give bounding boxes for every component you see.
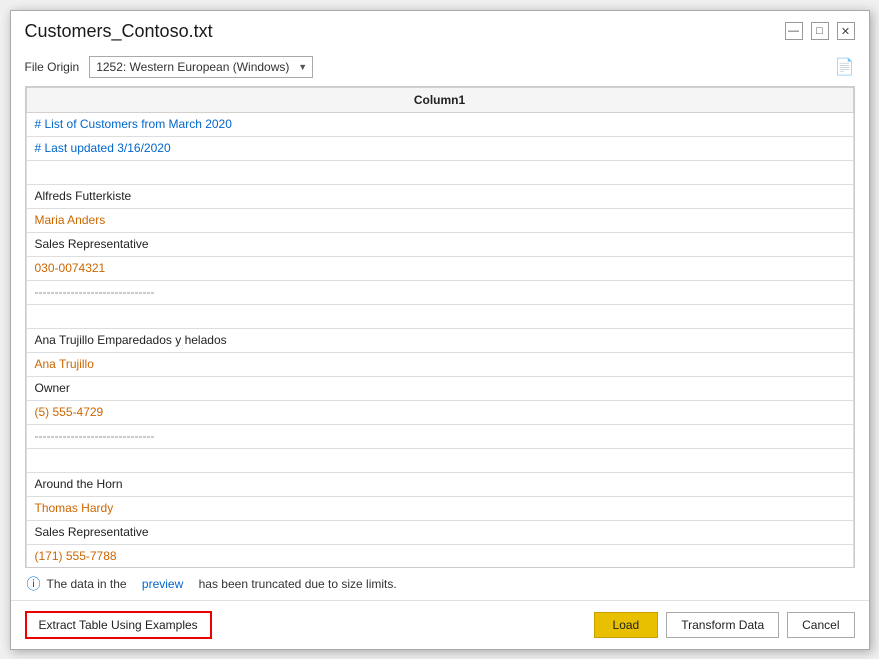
window-controls: — □ ✕ [785, 22, 855, 40]
table-row: Owner [26, 376, 853, 400]
table-row: Ana Trujillo Emparedados y helados [26, 328, 853, 352]
table-cell: Sales Representative [26, 520, 853, 544]
info-bar: ⓘ The data in the preview has been trunc… [25, 568, 855, 600]
table-cell: 030-0074321 [26, 256, 853, 280]
content-area: File Origin 1252: Western European (Wind… [11, 48, 869, 600]
table-row: Around the Horn [26, 472, 853, 496]
table-row: 030-0074321 [26, 256, 853, 280]
file-origin-select-wrapper[interactable]: 1252: Western European (Windows) UTF-8 U… [89, 56, 313, 78]
table-cell [26, 160, 853, 184]
table-row: Maria Anders [26, 208, 853, 232]
table-row: Alfreds Futterkiste [26, 184, 853, 208]
table-row: Ana Trujillo [26, 352, 853, 376]
file-origin-select[interactable]: 1252: Western European (Windows) UTF-8 U… [89, 56, 313, 78]
table-cell: Around the Horn [26, 472, 853, 496]
dialog-title: Customers_Contoso.txt [25, 21, 213, 42]
main-dialog: Customers_Contoso.txt — □ ✕ File Origin … [10, 10, 870, 650]
table-row: Sales Representative [26, 232, 853, 256]
file-icon: 📄 [835, 57, 855, 77]
table-cell: (5) 555-4729 [26, 400, 853, 424]
info-icon: ⓘ [27, 574, 41, 594]
file-origin-label: File Origin [25, 60, 80, 74]
table-row [26, 448, 853, 472]
load-button[interactable]: Load [594, 612, 659, 638]
title-bar: Customers_Contoso.txt — □ ✕ [11, 11, 869, 48]
table-cell: Thomas Hardy [26, 496, 853, 520]
table-cell: Ana Trujillo [26, 352, 853, 376]
table-container: Column1 # List of Customers from March 2… [25, 86, 855, 568]
data-table: Column1 # List of Customers from March 2… [26, 87, 854, 567]
table-cell: Ana Trujillo Emparedados y helados [26, 328, 853, 352]
table-row [26, 304, 853, 328]
table-scroll-area[interactable]: Column1 # List of Customers from March 2… [26, 87, 854, 567]
table-row: ------------------------------ [26, 280, 853, 304]
table-row: Sales Representative [26, 520, 853, 544]
info-text-after: has been truncated due to size limits. [199, 577, 397, 591]
info-text-before: The data in the [47, 577, 127, 591]
transform-data-button[interactable]: Transform Data [666, 612, 779, 638]
column-header: Column1 [26, 87, 853, 112]
table-cell: Alfreds Futterkiste [26, 184, 853, 208]
table-cell: ------------------------------ [26, 280, 853, 304]
table-row: Thomas Hardy [26, 496, 853, 520]
table-row: (171) 555-7788 [26, 544, 853, 567]
preview-link[interactable]: preview [142, 577, 183, 591]
table-cell: Sales Representative [26, 232, 853, 256]
table-cell: # List of Customers from March 2020 [26, 112, 853, 136]
table-row: (5) 555-4729 [26, 400, 853, 424]
cancel-button[interactable]: Cancel [787, 612, 854, 638]
table-cell [26, 448, 853, 472]
table-cell: Maria Anders [26, 208, 853, 232]
file-origin-section: File Origin 1252: Western European (Wind… [25, 48, 855, 86]
close-button[interactable]: ✕ [837, 22, 855, 40]
table-cell [26, 304, 853, 328]
restore-button[interactable]: □ [811, 22, 829, 40]
table-cell: Owner [26, 376, 853, 400]
table-cell: # Last updated 3/16/2020 [26, 136, 853, 160]
table-row: ------------------------------ [26, 424, 853, 448]
table-row [26, 160, 853, 184]
table-cell: ------------------------------ [26, 424, 853, 448]
bottom-bar: Extract Table Using Examples Load Transf… [11, 600, 869, 649]
table-cell: (171) 555-7788 [26, 544, 853, 567]
table-row: # Last updated 3/16/2020 [26, 136, 853, 160]
table-row: # List of Customers from March 2020 [26, 112, 853, 136]
minimize-button[interactable]: — [785, 22, 803, 40]
extract-table-button[interactable]: Extract Table Using Examples [25, 611, 212, 639]
